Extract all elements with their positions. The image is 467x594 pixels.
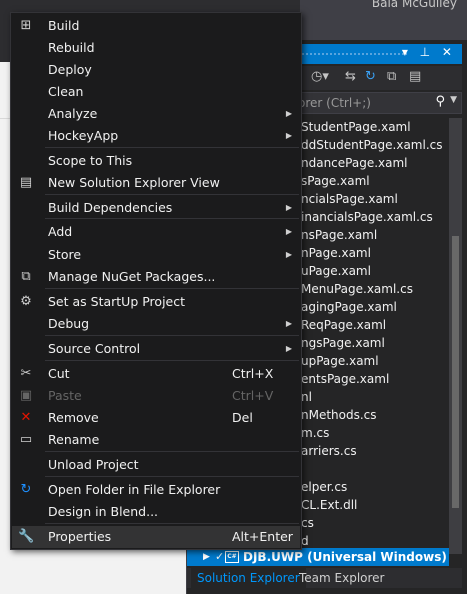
rename-icon: ▭ [19,432,33,447]
menu-item-label: Build Dependencies [48,200,173,215]
collapse-all-icon[interactable]: ⧉ [387,69,396,84]
menu-item-shortcut: Alt+Enter [232,529,293,544]
properties-icon[interactable]: ▤ [409,69,421,84]
menu-item-deploy[interactable]: Deploy [12,59,300,81]
menu-item-blend[interactable]: Design in Blend... [12,501,300,523]
menu-item-label: Properties [48,529,112,544]
menu-item-hockeyapp[interactable]: HockeyApp ▶ [12,125,300,147]
menu-separator [45,476,299,477]
menu-separator [45,335,299,336]
gear-icon: ⚙ [20,294,32,309]
menu-item-label: Store [48,247,82,262]
scrollbar-thumb[interactable] [452,236,459,508]
menu-separator [45,288,299,289]
menu-item-label: Source Control [48,341,141,356]
menu-separator [45,360,299,361]
grip-dots [297,52,407,56]
build-icon: ⊞ [20,18,32,33]
csharp-project-icon: C# [225,551,239,563]
menu-item-store[interactable]: Store ▶ [12,244,300,266]
menu-separator [45,147,299,148]
menu-item-label: Design in Blend... [48,504,159,519]
menu-item-build-deps[interactable]: Build Dependencies ▶ [12,197,300,219]
panel-window-buttons[interactable]: ▾ ⊥ ✕ [402,45,456,59]
menu-item-label: Debug [48,316,90,331]
menu-item-shortcut: Ctrl+X [232,366,274,381]
new-view-icon: ▤ [19,175,33,190]
menu-item-remove[interactable]: ✕ Remove Del [12,407,300,429]
tab-solution-explorer[interactable]: Solution Explorer [191,568,306,588]
menu-item-scope[interactable]: Scope to This [12,150,300,172]
remove-x-icon: ✕ [20,410,32,425]
tab-team-explorer[interactable]: Team Explorer [293,568,391,588]
menu-item-label: Rebuild [48,40,95,55]
paste-icon: ▣ [19,388,33,403]
menu-item-open-folder[interactable]: ↻ Open Folder in File Explorer [12,479,300,501]
menu-item-label: New Solution Explorer View [48,175,220,190]
submenu-arrow-icon: ▶ [285,344,292,353]
panel-tabs: Solution Explorer Team Explorer [187,568,462,588]
menu-item-label: Paste [48,388,82,403]
search-icon[interactable]: ⚲ [435,94,445,109]
menu-item-cut[interactable]: ✂ Cut Ctrl+X [12,363,300,385]
menu-item-shortcut: Del [232,410,253,425]
menu-item-label: Add [48,224,73,239]
sync-icon[interactable]: ⇆ [345,69,356,84]
context-menu: ⊞ Build Rebuild Deploy Clean Analyze ▶ HockeyAp… [10,12,302,550]
menu-separator [45,194,299,195]
history-icon[interactable]: ◷▾ [311,69,329,84]
wrench-icon: 🔧 [18,529,35,544]
menu-item-label: Remove [48,410,99,425]
menu-item-rebuild[interactable]: Rebuild [12,37,300,59]
menu-item-paste: ▣ Paste Ctrl+V [12,385,300,407]
menu-item-label: Scope to This [48,153,133,168]
open-folder-icon: ↻ [20,482,32,497]
menu-separator [45,523,299,524]
menu-item-shortcut: Ctrl+V [232,388,274,403]
menu-item-build[interactable]: ⊞ Build [12,15,300,37]
project-name: DJB.UWP (Universal Windows) [243,550,447,564]
menu-item-analyze[interactable]: Analyze ▶ [12,103,300,125]
menu-item-label: Manage NuGet Packages... [48,269,216,284]
menu-item-label: Open Folder in File Explorer [48,482,221,497]
menu-item-label: Set as StartUp Project [48,294,186,309]
refresh-icon[interactable]: ↻ [365,69,376,84]
menu-item-label: Unload Project [48,457,139,472]
nuget-icon: ⧉ [21,269,31,284]
menu-item-nuget[interactable]: ⧉ Manage NuGet Packages... [12,266,300,288]
menu-item-label: Rename [48,432,100,447]
submenu-arrow-icon: ▶ [285,250,292,259]
submenu-arrow-icon: ▶ [285,109,292,118]
submenu-arrow-icon: ▶ [285,227,292,236]
search-placeholder: orer (Ctrl+;) [298,96,371,110]
menu-item-label: HockeyApp [48,128,119,143]
vertical-scrollbar[interactable] [449,118,462,554]
submenu-arrow-icon: ▶ [285,319,292,328]
menu-item-debug[interactable]: Debug ▶ [12,313,300,335]
menu-item-new-se-view[interactable]: ▤ New Solution Explorer View [12,172,300,194]
menu-item-startup[interactable]: ⚙ Set as StartUp Project [12,291,300,313]
checkmark-icon: ✓ [215,550,225,563]
menu-item-label: Analyze [48,106,98,121]
menu-item-source-control[interactable]: Source Control ▶ [12,338,300,360]
scissors-icon: ✂ [20,366,32,381]
menu-item-label: Clean [48,84,84,99]
menu-item-add[interactable]: Add ▶ [12,221,300,243]
expand-arrow-icon[interactable]: ▶ [203,548,210,566]
menu-item-label: Build [48,18,80,33]
selected-project-row[interactable]: ▶ ✓ C# DJB.UWP (Universal Windows) [187,548,449,566]
menu-separator [45,218,299,219]
menu-item-properties[interactable]: 🔧 Properties Alt+Enter [12,526,300,548]
chevron-down-icon[interactable]: ▼ [450,95,457,105]
menu-item-unload[interactable]: Unload Project [12,454,300,476]
menu-item-clean[interactable]: Clean [12,81,300,103]
menu-separator [45,451,299,452]
menu-item-rename[interactable]: ▭ Rename [12,429,300,451]
submenu-arrow-icon: ▶ [285,131,292,140]
user-area: Bala McGulley [300,0,467,40]
user-name[interactable]: Bala McGulley [372,0,457,10]
submenu-arrow-icon: ▶ [285,203,292,212]
menu-item-label: Deploy [48,62,92,77]
menu-item-label: Cut [48,366,70,381]
